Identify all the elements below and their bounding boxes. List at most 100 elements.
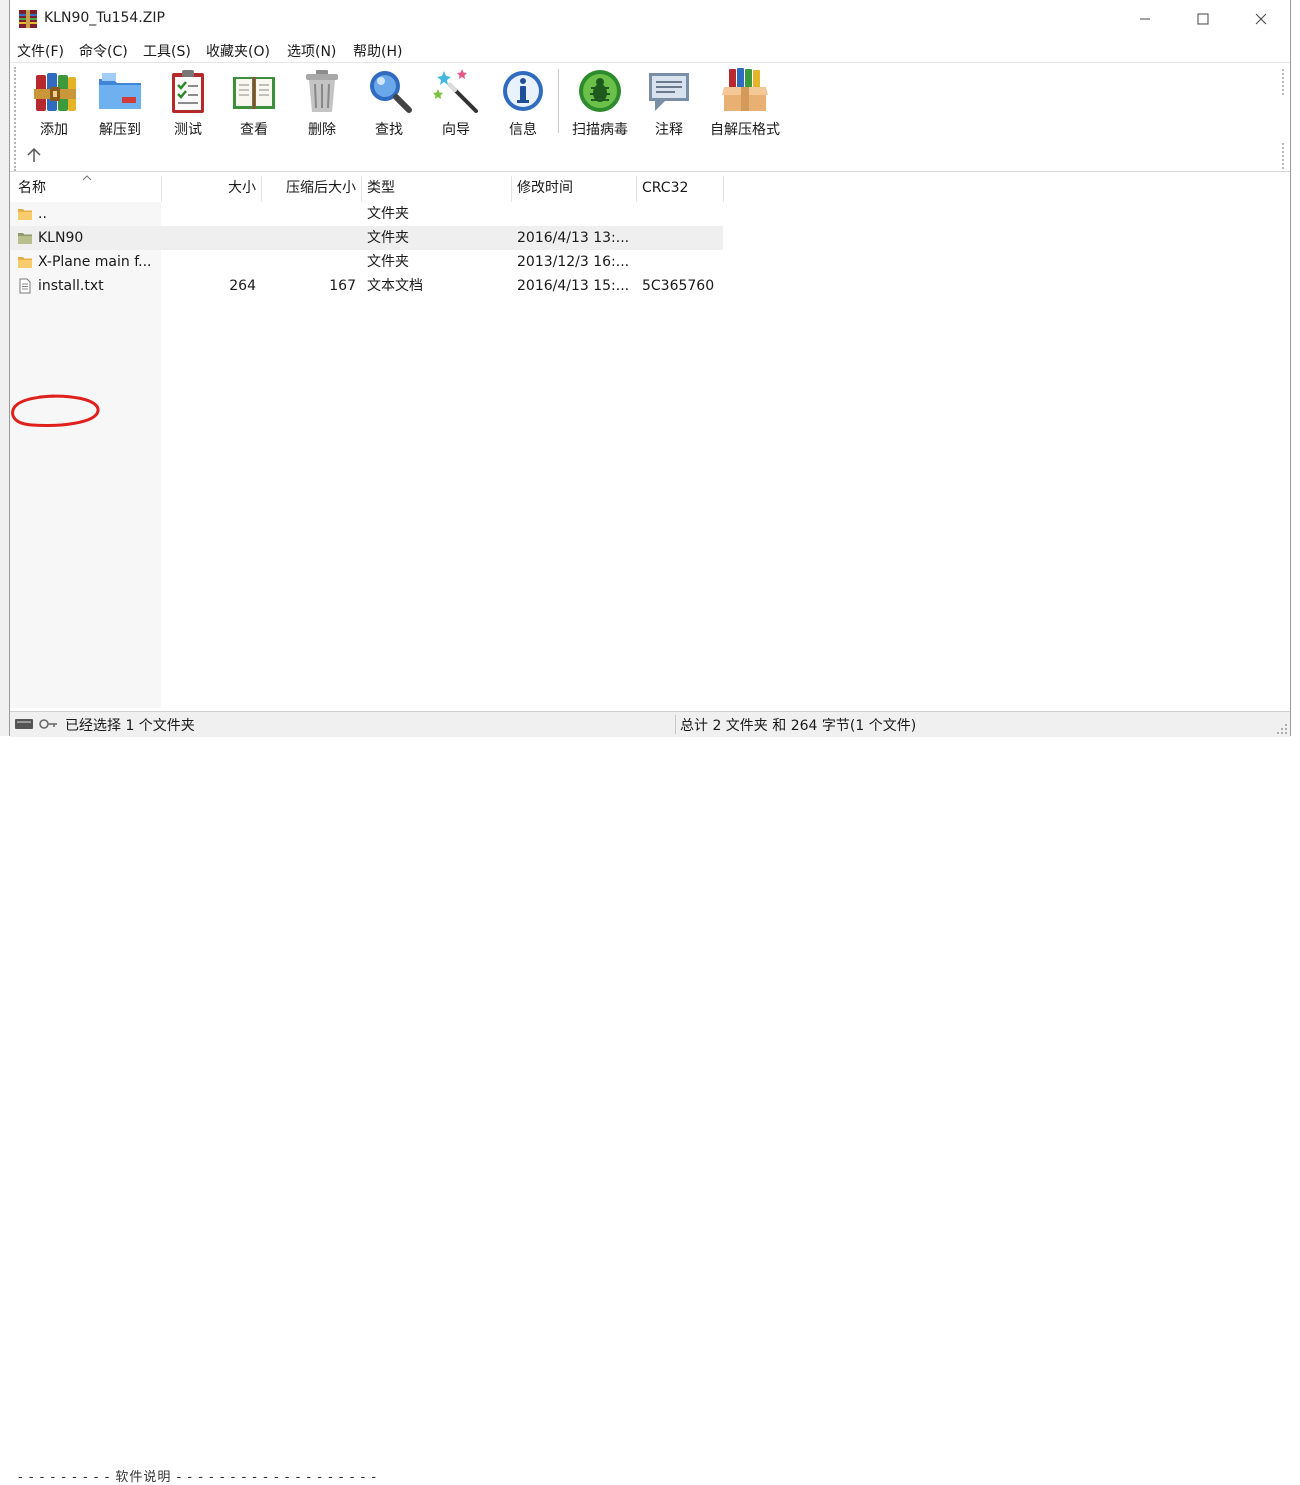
test-label: 测试: [174, 122, 202, 138]
file-crc32: [642, 202, 722, 226]
wizard-button[interactable]: 向导: [432, 67, 480, 139]
find-label: 查找: [375, 122, 403, 138]
file-crc32: [642, 226, 722, 250]
folder-icon: [18, 233, 32, 244]
column-header-packed-size[interactable]: 压缩后大小: [261, 174, 356, 202]
file-name: install.txt: [38, 278, 104, 294]
file-list[interactable]: 名称 大小 压缩后大小 类型 修改时间 CRC32 .. 文件夹 KLN90 文…: [10, 174, 1290, 708]
view-label: 查看: [240, 122, 268, 138]
minimize-icon: [1140, 18, 1150, 20]
winrar-window: KLN90_Tu154.ZIP 文件(F) 命令(C) 工具(S) 收藏夹(O)…: [9, 0, 1291, 737]
comment-label: 注释: [655, 122, 683, 138]
comment-button[interactable]: 注释: [645, 67, 693, 139]
file-size: [161, 226, 256, 250]
sfx-box-icon: [722, 68, 768, 111]
column-divider[interactable]: [723, 176, 724, 202]
column-header-type[interactable]: 类型: [367, 174, 507, 202]
toolbar-grip-right: [1282, 69, 1286, 95]
column-header-name[interactable]: 名称: [18, 174, 158, 202]
menu-commands[interactable]: 命令(C): [79, 41, 128, 61]
sfx-button[interactable]: 自解压格式: [707, 67, 783, 139]
delete-trash-icon: [306, 70, 338, 112]
add-button[interactable]: 添加: [30, 67, 78, 139]
table-row-selected[interactable]: KLN90 文件夹 2016/4/13 13:...: [10, 226, 723, 250]
status-selection-text: 已经选择 1 个文件夹: [65, 718, 195, 734]
file-packed-size: 167: [329, 278, 356, 294]
title-bar[interactable]: KLN90_Tu154.ZIP: [10, 0, 1290, 38]
file-crc32: 5C365760: [642, 278, 715, 294]
file-size: 264: [229, 278, 256, 294]
menu-options[interactable]: 选项(N): [287, 41, 336, 61]
wizard-wand-icon: [433, 69, 478, 113]
toolbar: 添加 解压到 测试 查看 删除 查找 向导 信息 扫描病毒 注释 自解压格式: [10, 62, 1290, 175]
view-book-icon: [233, 77, 275, 109]
list-header: 名称 大小 压缩后大小 类型 修改时间 CRC32: [10, 174, 1290, 202]
add-archive-icon: [34, 73, 76, 111]
table-row[interactable]: install.txt 264 167 文本文档 2016/4/13 15:..…: [10, 274, 723, 298]
file-packed-size: [261, 226, 356, 250]
file-crc32: [642, 250, 722, 274]
sfx-label: 自解压格式: [710, 122, 780, 138]
virus-scan-icon: [579, 70, 621, 112]
virus-scan-button[interactable]: 扫描病毒: [570, 67, 630, 139]
file-modified: 2016/4/13 15:...: [517, 278, 630, 294]
table-row[interactable]: .. 文件夹: [10, 202, 723, 226]
toolbar-bottom-border: [10, 171, 1290, 172]
toolbar-separator: [558, 69, 559, 133]
file-modified: [517, 202, 632, 226]
drive-key-icon[interactable]: [14, 716, 58, 732]
table-row[interactable]: X-Plane main f... 文件夹 2013/12/3 16:...: [10, 250, 723, 274]
test-button[interactable]: 测试: [164, 67, 212, 139]
menu-file[interactable]: 文件(F): [17, 41, 64, 61]
file-type: 文件夹: [367, 230, 409, 246]
extract-to-button[interactable]: 解压到: [96, 67, 144, 139]
column-divider[interactable]: [511, 176, 512, 202]
background-window-edge: [0, 0, 9, 748]
menu-bar: 文件(F) 命令(C) 工具(S) 收藏夹(O) 选项(N) 帮助(H): [10, 38, 1290, 62]
toolbar-grip-right-lower: [1282, 143, 1286, 169]
column-header-modified[interactable]: 修改时间: [517, 174, 632, 202]
file-size: [161, 202, 256, 226]
find-magnifier-icon: [370, 71, 412, 113]
file-modified: 2016/4/13 13:...: [517, 230, 630, 246]
column-divider[interactable]: [636, 176, 637, 202]
resize-grip-icon[interactable]: [1276, 723, 1288, 735]
file-packed-size: [261, 250, 356, 274]
file-type: 文件夹: [367, 254, 409, 270]
test-clipboard-icon: [172, 70, 204, 113]
view-button[interactable]: 查看: [230, 67, 278, 139]
close-icon: [1255, 13, 1267, 25]
file-name: X-Plane main f...: [38, 254, 152, 270]
column-header-size[interactable]: 大小: [161, 174, 256, 202]
extract-to-label: 解压到: [99, 122, 141, 138]
comment-icon: [649, 73, 689, 111]
column-divider[interactable]: [361, 176, 362, 202]
add-label: 添加: [40, 122, 68, 138]
menu-help[interactable]: 帮助(H): [353, 41, 402, 61]
close-button[interactable]: [1232, 0, 1290, 38]
file-size: [161, 250, 256, 274]
info-button[interactable]: 信息: [499, 67, 547, 139]
menu-tools[interactable]: 工具(S): [143, 41, 191, 61]
delete-button[interactable]: 删除: [298, 67, 346, 139]
column-header-crc32[interactable]: CRC32: [642, 174, 722, 202]
background-text: - - - - - - - - - 软件说明 - - - - - - - - -…: [18, 1470, 378, 1485]
background-window-bottom: - - - - - - - - - 软件说明 - - - - - - - - -…: [0, 736, 1300, 1484]
menu-favorites[interactable]: 收藏夹(O): [206, 41, 270, 61]
info-label: 信息: [509, 122, 537, 138]
window-title: KLN90_Tu154.ZIP: [44, 10, 165, 26]
toolbar-grip[interactable]: [14, 67, 18, 171]
info-icon: [503, 71, 543, 111]
minimize-button[interactable]: [1116, 0, 1174, 38]
find-button[interactable]: 查找: [365, 67, 413, 139]
status-bar: 已经选择 1 个文件夹 总计 2 文件夹 和 264 字节(1 个文件): [10, 711, 1290, 737]
up-button[interactable]: [24, 145, 44, 165]
virus-scan-label: 扫描病毒: [572, 122, 628, 138]
file-modified: 2013/12/3 16:...: [517, 254, 630, 270]
folder-icon: [18, 209, 32, 220]
maximize-icon: [1197, 13, 1209, 25]
annotation-circle: [11, 394, 100, 427]
maximize-button[interactable]: [1174, 0, 1232, 38]
file-packed-size: [261, 202, 356, 226]
arrow-up-icon: [27, 147, 41, 162]
